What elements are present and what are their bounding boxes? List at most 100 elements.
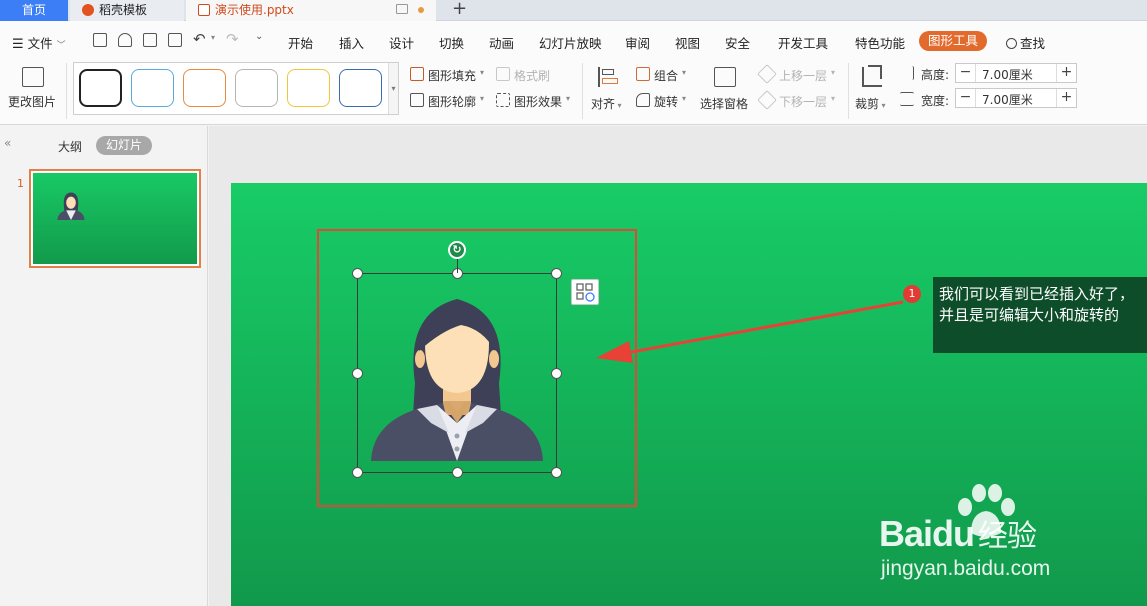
watermark-suffix: 经验 bbox=[978, 520, 1037, 553]
undo-dropdown-icon[interactable]: ▾ bbox=[211, 33, 215, 42]
annotation-callout: 我们可以看到已经插入好了，并且是可编辑大小和旋转的 bbox=[933, 277, 1147, 353]
bring-forward-dropdown-icon[interactable]: ▾ bbox=[831, 68, 835, 77]
tab-daoke-label: 稻壳模板 bbox=[99, 3, 148, 17]
rotate-handle-stem bbox=[457, 259, 458, 273]
rotate-button[interactable]: 旋转 bbox=[654, 93, 678, 110]
shape-fill-dropdown-icon[interactable]: ▾ bbox=[480, 68, 484, 77]
style-swatch-3[interactable] bbox=[183, 69, 226, 107]
bring-forward-button[interactable]: 上移一层 bbox=[779, 67, 827, 84]
group-button[interactable]: 组合 bbox=[654, 67, 678, 84]
resize-handle-top-right[interactable] bbox=[551, 268, 562, 279]
tab-slideshow[interactable]: 幻灯片放映 bbox=[539, 33, 602, 52]
slide-panel: « 大纲 幻灯片 1 bbox=[0, 126, 208, 606]
format-brush-button[interactable]: 格式刷 bbox=[514, 67, 550, 84]
search-icon bbox=[1006, 38, 1017, 49]
style-swatch-4[interactable] bbox=[235, 69, 278, 107]
shape-effects-dropdown-icon[interactable]: ▾ bbox=[566, 94, 570, 103]
group-icon bbox=[636, 67, 650, 81]
new-tab-plus-icon[interactable]: + bbox=[452, 0, 467, 19]
crop-icon bbox=[862, 65, 882, 87]
tab-design[interactable]: 设计 bbox=[389, 33, 414, 52]
menu-bar: ☰ 文件 ﹀ ↶ ▾ ↷ ⌄ 开始 插入 设计 切换 动画 幻灯片放映 审阅 视… bbox=[0, 21, 1147, 59]
print-icon[interactable] bbox=[143, 33, 157, 47]
width-stepper[interactable]: − 7.00厘米 + bbox=[955, 88, 1077, 108]
crop-text: 裁剪 bbox=[855, 97, 880, 111]
width-icon bbox=[900, 92, 914, 106]
shape-outline-dropdown-icon[interactable]: ▾ bbox=[480, 94, 484, 103]
slide-canvas: ↻ 1 我们可以看到已经插入好了，并且是可编辑大小和旋转的 Baidu 经验 j… bbox=[209, 126, 1147, 606]
undo-icon[interactable]: ↶ bbox=[193, 30, 206, 48]
send-backward-button[interactable]: 下移一层 bbox=[779, 93, 827, 110]
change-picture-button[interactable]: 更改图片 bbox=[6, 63, 60, 119]
style-swatch-2[interactable] bbox=[131, 69, 174, 107]
resize-handle-right[interactable] bbox=[551, 368, 562, 379]
shape-effects-button[interactable]: 图形效果 bbox=[514, 93, 562, 110]
tab-review[interactable]: 审阅 bbox=[625, 33, 650, 52]
unsaved-dot-icon bbox=[418, 7, 424, 13]
tab-view[interactable]: 视图 bbox=[675, 33, 700, 52]
height-input[interactable]: 7.00厘米 bbox=[982, 66, 1033, 83]
tab-start[interactable]: 开始 bbox=[288, 33, 313, 52]
crop-button[interactable]: 裁剪 ▾ bbox=[852, 63, 892, 119]
resize-handle-bottom-right[interactable] bbox=[551, 467, 562, 478]
more-chevron-icon[interactable]: ⌄ bbox=[255, 31, 263, 42]
tab-animation[interactable]: 动画 bbox=[489, 33, 514, 52]
group-dropdown-icon[interactable]: ▾ bbox=[682, 68, 686, 77]
redo-icon[interactable]: ↷ bbox=[226, 30, 239, 48]
tab-home[interactable]: 首页 bbox=[0, 0, 68, 21]
slide-thumbnail[interactable] bbox=[29, 169, 201, 268]
resize-handle-top-left[interactable] bbox=[352, 268, 363, 279]
shape-fill-button[interactable]: 图形填充 bbox=[428, 67, 476, 84]
file-menu-label: 文件 bbox=[27, 36, 53, 51]
monitor-icon[interactable] bbox=[396, 4, 408, 14]
resize-handle-bottom[interactable] bbox=[452, 467, 463, 478]
rotate-dropdown-icon[interactable]: ▾ bbox=[682, 94, 686, 103]
hamburger-icon: ☰ bbox=[12, 37, 24, 52]
shape-effects-icon bbox=[496, 93, 510, 107]
bring-forward-icon bbox=[757, 64, 777, 84]
style-swatch-6[interactable] bbox=[339, 69, 382, 107]
tab-transition[interactable]: 切换 bbox=[439, 33, 464, 52]
rotate-icon bbox=[636, 93, 650, 107]
gallery-scroll-button[interactable]: ▾ bbox=[388, 63, 398, 114]
send-backward-dropdown-icon[interactable]: ▾ bbox=[831, 94, 835, 103]
tab-daoke-templates[interactable]: 稻壳模板 bbox=[70, 0, 184, 21]
tab-insert[interactable]: 插入 bbox=[339, 33, 364, 52]
tab-developer[interactable]: 开发工具 bbox=[778, 33, 828, 52]
style-swatch-5[interactable] bbox=[287, 69, 330, 107]
layout-options-icon bbox=[576, 283, 595, 302]
tab-special-features[interactable]: 特色功能 bbox=[855, 33, 905, 52]
shape-fill-icon bbox=[410, 67, 424, 81]
selection-pane-button[interactable]: 选择窗格 bbox=[698, 63, 752, 119]
tab-security[interactable]: 安全 bbox=[725, 33, 750, 52]
layout-options-button[interactable] bbox=[571, 279, 599, 305]
person-avatar-icon bbox=[57, 192, 85, 220]
tab-shape-tools[interactable]: 图形工具 bbox=[919, 31, 987, 51]
chevron-down-icon: ▾ bbox=[615, 101, 622, 110]
shape-tools-ribbon: 更改图片 ▾ 图形填充 ▾ 图形轮廓 ▾ 格式刷 图形效果 ▾ 对齐 ▾ 组合 … bbox=[0, 59, 1147, 125]
height-increase-button[interactable]: + bbox=[1056, 64, 1076, 82]
collapse-panel-icon[interactable]: « bbox=[4, 136, 11, 150]
file-menu[interactable]: ☰ 文件 ﹀ bbox=[12, 33, 66, 52]
tab-slides[interactable]: 幻灯片 bbox=[96, 136, 152, 155]
width-increase-button[interactable]: + bbox=[1056, 89, 1076, 107]
height-stepper[interactable]: − 7.00厘米 + bbox=[955, 63, 1077, 83]
width-decrease-button[interactable]: − bbox=[956, 89, 976, 107]
search-button[interactable]: 查找 bbox=[1006, 33, 1045, 52]
align-button[interactable]: 对齐 ▾ bbox=[588, 63, 628, 119]
resize-handle-bottom-left[interactable] bbox=[352, 467, 363, 478]
divider bbox=[582, 63, 583, 119]
shape-outline-button[interactable]: 图形轮廓 bbox=[428, 93, 476, 110]
align-icon bbox=[598, 67, 618, 87]
rotate-handle-icon[interactable]: ↻ bbox=[448, 241, 466, 259]
style-swatch-1[interactable] bbox=[79, 69, 122, 107]
slide: ↻ 1 我们可以看到已经插入好了，并且是可编辑大小和旋转的 Baidu 经验 j… bbox=[231, 183, 1147, 606]
width-input[interactable]: 7.00厘米 bbox=[982, 91, 1033, 108]
selection-pane-icon bbox=[714, 67, 736, 87]
print-preview-icon[interactable] bbox=[168, 33, 182, 47]
resize-handle-left[interactable] bbox=[352, 368, 363, 379]
tab-outline[interactable]: 大纲 bbox=[58, 138, 82, 155]
height-decrease-button[interactable]: − bbox=[956, 64, 976, 82]
save-icon[interactable] bbox=[93, 33, 107, 47]
format-painter-icon[interactable] bbox=[118, 33, 132, 47]
